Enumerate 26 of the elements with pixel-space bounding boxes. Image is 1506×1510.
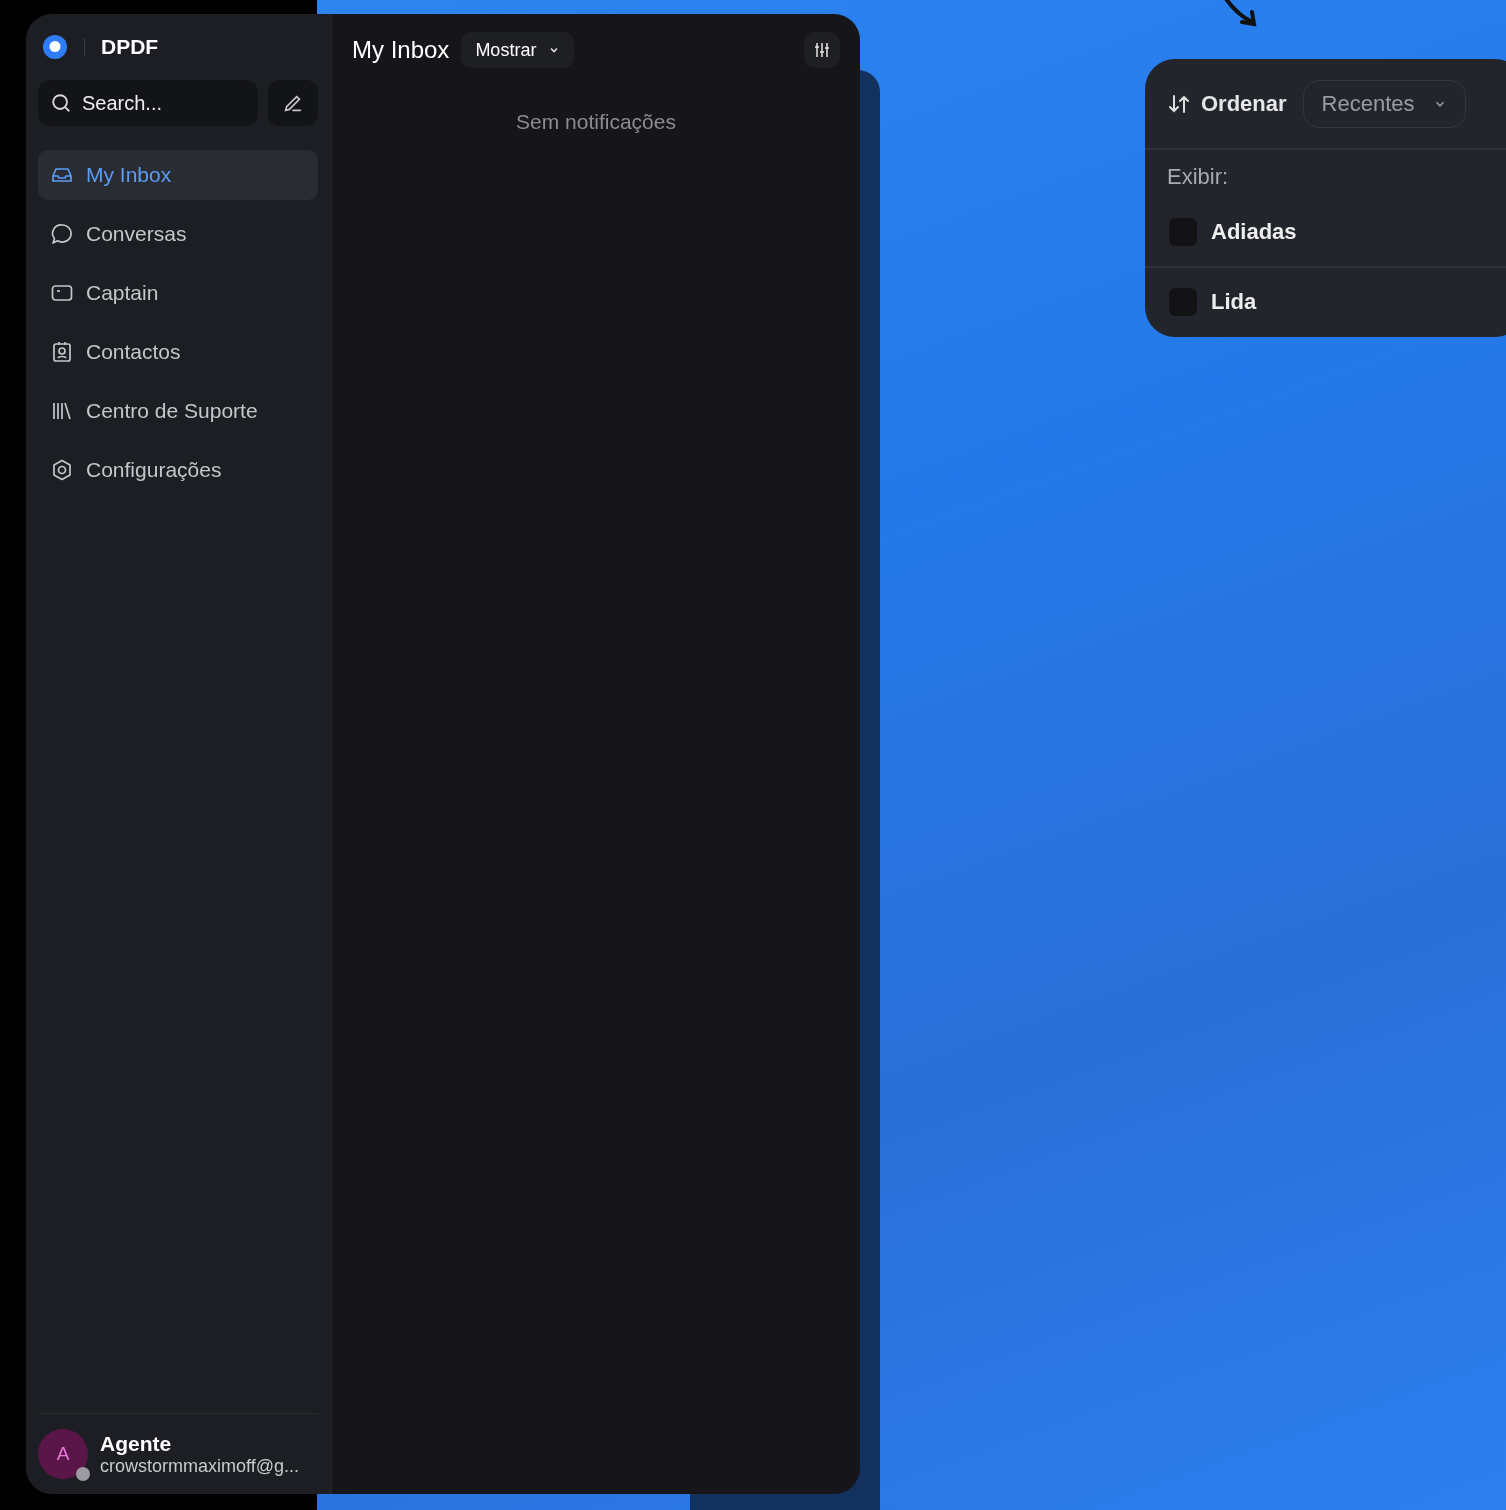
workspace-name: DPDF xyxy=(101,35,159,59)
contact-card-icon xyxy=(50,340,74,364)
empty-message: Sem notificações xyxy=(515,110,677,134)
filter-dropdown[interactable]: Mostrar xyxy=(461,32,575,68)
option-label: Lida xyxy=(1211,289,1257,315)
logo-icon xyxy=(42,34,68,60)
chat-bubble-icon xyxy=(50,222,74,246)
nav-item[interactable]: Conversas xyxy=(38,209,318,259)
compose-button[interactable] xyxy=(268,80,318,126)
nav-item[interactable]: My Inbox xyxy=(38,150,318,200)
settings-button[interactable] xyxy=(804,32,840,68)
search-field[interactable]: Search... xyxy=(38,80,258,126)
nav-item[interactable]: Centro de Suporte xyxy=(38,386,318,436)
option-label: Adiadas xyxy=(1211,219,1297,245)
nav-item[interactable]: Configurações xyxy=(38,445,318,495)
settings-icon xyxy=(50,458,74,482)
page-title: My Inbox xyxy=(352,36,450,64)
nav-item[interactable]: Captain xyxy=(38,268,318,318)
sort-label: Ordenar xyxy=(1201,90,1287,117)
user-name: Agente xyxy=(100,1431,173,1456)
sort-dropdown[interactable]: Recentes xyxy=(1302,79,1466,128)
user-email: crowstormmaximoff@g... xyxy=(100,1455,299,1477)
sliders-icon xyxy=(814,42,830,58)
nav-item[interactable]: Contactos xyxy=(38,327,318,377)
avatar[interactable]: A xyxy=(38,1429,88,1479)
section-label: Exibir: xyxy=(1166,163,1230,191)
